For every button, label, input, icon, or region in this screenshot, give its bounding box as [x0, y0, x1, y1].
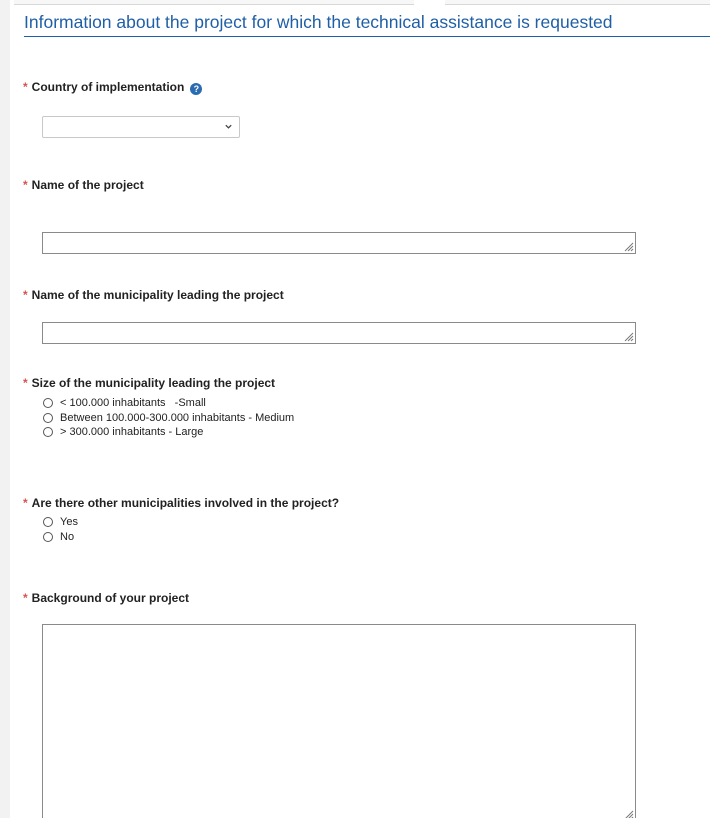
section-title: Information about the project for which … — [24, 11, 710, 37]
municipality-name-label: * Name of the municipality leading the pr… — [23, 288, 284, 302]
radio-button[interactable] — [43, 427, 53, 438]
other-municipalities-radio-group: Yes No — [43, 515, 78, 544]
background-label-text: Background of your project — [31, 591, 190, 605]
radio-option-label: < 100.000 inhabitants -Small — [60, 397, 206, 410]
radio-option-label: No — [60, 530, 75, 543]
form-panel: Information about the project for which … — [10, 0, 710, 818]
municipality-size-label: * Size of the municipality leading the pr… — [23, 376, 275, 390]
required-asterisk: * — [23, 178, 28, 192]
country-label: * Country of implementation? — [23, 80, 203, 95]
radio-button[interactable] — [43, 517, 53, 528]
other-municipalities-label-text: Are there other municipalities involved … — [31, 496, 340, 510]
required-asterisk: * — [23, 288, 28, 302]
radio-button[interactable] — [43, 398, 53, 409]
tab-edge-right — [445, 0, 710, 5]
country-select[interactable] — [42, 116, 240, 138]
radio-option-small[interactable]: < 100.000 inhabitants -Small — [43, 396, 294, 411]
required-asterisk: * — [23, 496, 28, 510]
form-page: Information about the project for which … — [0, 0, 710, 818]
required-asterisk: * — [23, 591, 28, 605]
radio-option-label: Between 100.000-300.000 inhabitants - Me… — [60, 411, 295, 424]
tab-edge-left — [14, 0, 414, 5]
radio-option-label: Yes — [60, 516, 78, 529]
radio-option-yes[interactable]: Yes — [43, 515, 78, 530]
municipality-name-textarea[interactable] — [42, 322, 636, 344]
project-name-label-text: Name of the project — [31, 178, 144, 192]
project-name-label: * Name of the project — [23, 178, 144, 192]
municipality-size-radio-group: < 100.000 inhabitants -Small Between 100… — [43, 396, 294, 440]
resize-handle-icon[interactable] — [623, 809, 634, 818]
radio-option-label: > 300.000 inhabitants - Large — [60, 426, 204, 439]
radio-option-medium[interactable]: Between 100.000-300.000 inhabitants - Me… — [43, 411, 294, 426]
required-asterisk: * — [23, 376, 28, 390]
radio-button[interactable] — [43, 412, 53, 423]
country-label-text: Country of implementation — [31, 80, 185, 94]
other-municipalities-label: * Are there other municipalities involved… — [23, 496, 339, 510]
chevron-down-icon — [225, 124, 232, 129]
help-icon[interactable]: ? — [190, 83, 203, 95]
resize-handle-icon[interactable] — [623, 241, 634, 252]
project-name-textarea[interactable] — [42, 232, 636, 254]
resize-handle-icon[interactable] — [623, 331, 634, 342]
background-textarea[interactable] — [42, 624, 636, 818]
radio-option-large[interactable]: > 300.000 inhabitants - Large — [43, 425, 294, 440]
municipality-size-label-text: Size of the municipality leading the pro… — [31, 376, 276, 390]
radio-button[interactable] — [43, 531, 53, 542]
municipality-name-label-text: Name of the municipality leading the pro… — [31, 288, 284, 302]
required-asterisk: * — [23, 80, 28, 94]
background-label: * Background of your project — [23, 591, 189, 605]
radio-option-no[interactable]: No — [43, 530, 78, 545]
